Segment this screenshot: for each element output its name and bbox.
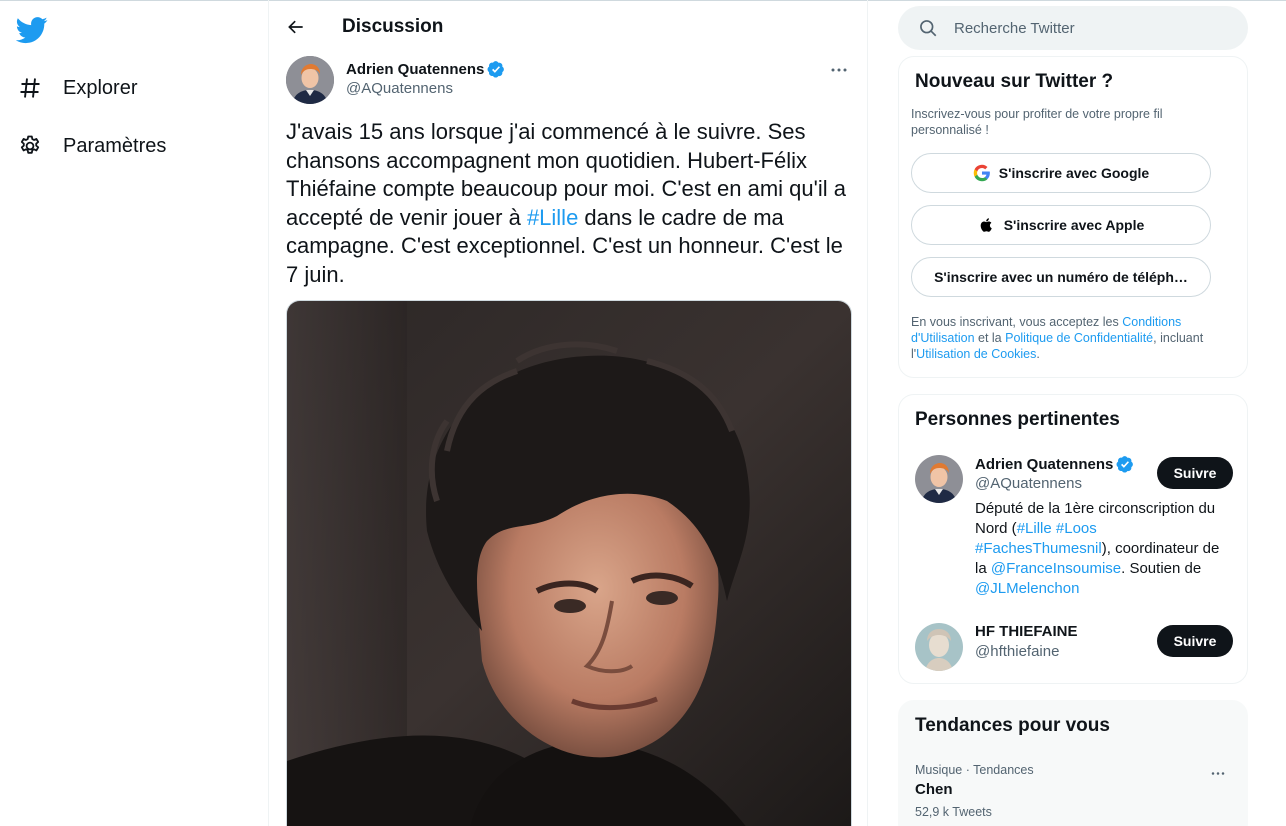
arrow-left-icon <box>288 20 303 34</box>
person-name[interactable]: Adrien Quatennens <box>975 455 1134 473</box>
signup-card: Nouveau sur Twitter ? Inscrivez-vous pou… <box>898 56 1248 378</box>
signup-phone-label: S'inscrire avec un numéro de téléph… <box>934 269 1188 285</box>
terms-text-1: En vous inscrivant, vous acceptez les <box>911 315 1123 329</box>
follow-button[interactable]: Suivre <box>1157 457 1233 489</box>
author-handle[interactable]: @AQuatennens <box>346 80 453 97</box>
apple-icon <box>978 216 996 234</box>
trends-card: Tendances pour vous Musique · Tendances … <box>898 700 1248 826</box>
person-handle[interactable]: @AQuatennens <box>975 475 1082 492</box>
relevant-people-title: Personnes pertinentes <box>915 409 1120 430</box>
hashtag-icon <box>16 74 44 102</box>
verified-badge-icon <box>1116 456 1134 473</box>
person-name-text: Adrien Quatennens <box>975 455 1114 473</box>
bio-link[interactable]: #Loos <box>1056 520 1097 537</box>
page-title: Discussion <box>342 16 444 37</box>
trend-item[interactable]: Musique · Tendances Chen 52,9 k Tweets <box>915 763 1233 823</box>
signup-apple-label: S'inscrire avec Apple <box>1003 217 1145 233</box>
signup-terms: En vous inscrivant, vous acceptez les Co… <box>911 314 1237 362</box>
search-icon <box>920 20 937 37</box>
nav-item-parametres[interactable]: Paramètres <box>16 126 166 166</box>
trend-meta: Musique · Tendances <box>915 763 1034 777</box>
bio-text: . Soutien de <box>1121 560 1202 577</box>
tweet-photo[interactable] <box>286 300 852 826</box>
search-input[interactable] <box>954 6 1234 50</box>
trends-title: Tendances pour vous <box>915 715 1110 736</box>
bio-link[interactable]: @JLMelenchon <box>975 580 1079 597</box>
more-options-button[interactable] <box>822 58 856 82</box>
hashtag-link-lille[interactable]: #Lille <box>527 205 578 230</box>
terms-link-cookies[interactable]: Utilisation de Cookies <box>916 347 1036 361</box>
person-avatar[interactable] <box>915 455 963 503</box>
signup-title: Nouveau sur Twitter ? <box>915 71 1114 92</box>
trend-name: Chen <box>915 781 953 798</box>
discussion-header: Discussion <box>269 0 867 53</box>
google-icon <box>973 164 991 182</box>
tweet-text: J'avais 15 ans lorsque j'ai commencé à l… <box>286 118 846 289</box>
terms-text-2: et la <box>974 331 1006 345</box>
main-column: Discussion Adrien Quatennens @AQuatennen… <box>268 0 868 826</box>
person-avatar[interactable] <box>915 623 963 671</box>
tweet-author: Adrien Quatennens @AQuatennens <box>286 56 856 106</box>
author-name[interactable]: Adrien Quatennens <box>346 60 505 78</box>
signup-google-button[interactable]: S'inscrire avec Google <box>911 153 1211 193</box>
signup-subtitle: Inscrivez-vous pour profiter de votre pr… <box>911 107 1163 137</box>
follow-button[interactable]: Suivre <box>1157 625 1233 657</box>
nav-label-explorer: Explorer <box>63 76 138 99</box>
person-item: Adrien Quatennens @AQuatennens Suivre Dé… <box>915 455 1233 605</box>
trend-count: 52,9 k Tweets <box>915 805 992 819</box>
author-avatar[interactable] <box>286 56 334 104</box>
author-name-text: Adrien Quatennens <box>346 60 485 78</box>
bio-link[interactable]: #Lille <box>1017 520 1052 537</box>
terms-text-4: . <box>1036 347 1040 361</box>
twitter-bird-icon[interactable] <box>15 14 48 46</box>
back-button[interactable] <box>281 12 311 42</box>
search-box[interactable] <box>898 6 1248 50</box>
verified-badge-icon <box>487 61 505 78</box>
signup-apple-button[interactable]: S'inscrire avec Apple <box>911 205 1211 245</box>
signup-google-label: S'inscrire avec Google <box>998 165 1150 181</box>
relevant-people-card: Personnes pertinentes Adrien Quatennens … <box>898 394 1248 684</box>
bio-link[interactable]: @FranceInsoumise <box>991 560 1121 577</box>
trend-more-button[interactable] <box>1203 763 1233 783</box>
signup-phone-button[interactable]: S'inscrire avec un numéro de téléph… <box>911 257 1211 297</box>
more-dots-icon <box>831 68 847 72</box>
person-bio: Député de la 1ère circonscription du Nor… <box>975 499 1229 599</box>
left-nav: Explorer Paramètres <box>0 0 268 826</box>
bio-link[interactable]: #FachesThumesnil <box>975 540 1102 557</box>
person-handle[interactable]: @hfthiefaine <box>975 643 1059 660</box>
right-sidebar: Nouveau sur Twitter ? Inscrivez-vous pou… <box>868 0 1286 826</box>
nav-label-parametres: Paramètres <box>63 134 167 157</box>
nav-item-explorer[interactable]: Explorer <box>16 68 137 108</box>
terms-link-privacy[interactable]: Politique de Confidentialité <box>1005 331 1153 345</box>
person-name[interactable]: HF THIEFAINE <box>975 623 1078 640</box>
person-item: HF THIEFAINE @hfthiefaine Suivre <box>915 623 1233 673</box>
gear-icon <box>16 132 44 160</box>
more-dots-icon <box>1211 771 1225 775</box>
